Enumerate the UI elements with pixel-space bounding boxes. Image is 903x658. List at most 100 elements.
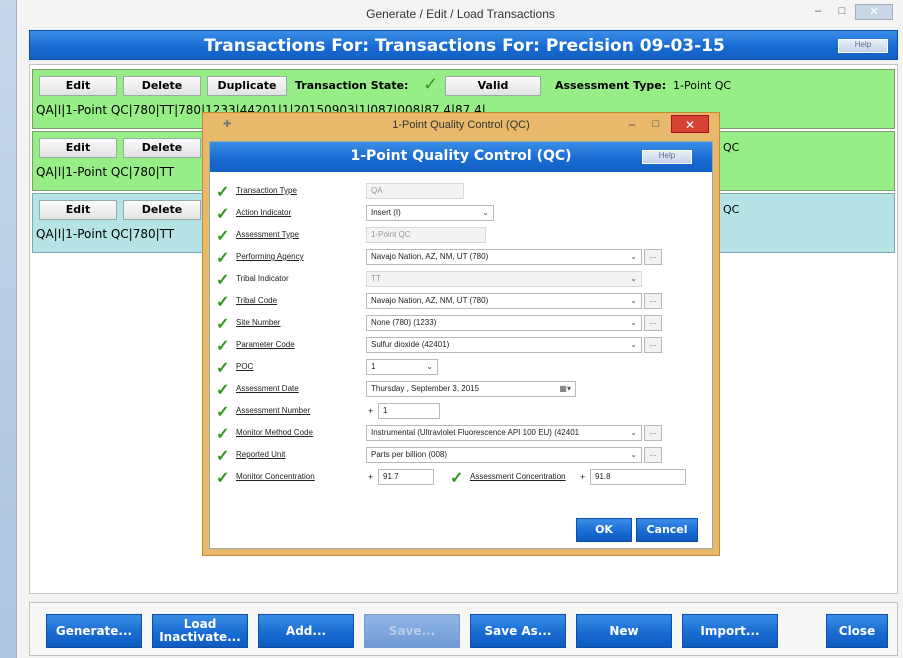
browse-button[interactable]: ... — [644, 315, 662, 331]
site-number-select[interactable]: None (780) (1233) ⌄ — [366, 315, 642, 331]
browse-button[interactable]: ... — [644, 337, 662, 353]
field-label: Monitor Concentration — [236, 472, 315, 481]
monitor-concentration-input[interactable]: 91.7 — [378, 469, 434, 485]
load-inactivate-button[interactable]: Load Inactivate... — [152, 614, 248, 648]
browse-button[interactable]: ... — [644, 447, 662, 463]
check-icon: ✓ — [216, 206, 230, 223]
field-performing-agency: ✓ Performing Agency Navajo Nation, AZ, N… — [210, 248, 712, 268]
browse-button[interactable]: ... — [644, 293, 662, 309]
field-label: Performing Agency — [236, 252, 304, 261]
field-label: Action Indicator — [236, 208, 292, 217]
field-monitor-method-code: ✓ Monitor Method Code Instrumental (Ultr… — [210, 424, 712, 444]
generate-button[interactable]: Generate... — [46, 614, 142, 648]
add-button[interactable]: Add... — [258, 614, 354, 648]
close-icon[interactable]: ✕ — [671, 115, 709, 133]
assessment-date-picker[interactable]: Thursday , September 3, 2015 ▦▾ — [366, 381, 576, 397]
performing-agency-select[interactable]: Navajo Nation, AZ, NM, UT (780) ⌄ — [366, 249, 642, 265]
calendar-icon[interactable]: ▦▾ — [559, 382, 571, 396]
plus-icon: + — [368, 406, 374, 416]
field-action-indicator: ✓ Action Indicator Insert (I) ⌄ — [210, 204, 712, 224]
save-button[interactable]: Save... — [364, 614, 460, 648]
qc-dialog: ✚ 1-Point Quality Control (QC) – □ ✕ 1-P… — [202, 112, 720, 556]
field-reported-unit: ✓ Reported Unit Parts per billion (008) ⌄… — [210, 446, 712, 466]
valid-check-icon: ✓ — [423, 74, 439, 95]
save-as-button[interactable]: Save As... — [470, 614, 566, 648]
chevron-down-icon: ⌄ — [630, 340, 637, 349]
field-label: Assessment Type — [236, 230, 299, 239]
field-label: Transaction Type — [236, 186, 297, 195]
browse-button[interactable]: ... — [644, 249, 662, 265]
main-titlebar: Generate / Edit / Load Transactions – □ … — [17, 0, 903, 28]
check-icon: ✓ — [216, 316, 230, 333]
monitor-method-select[interactable]: Instrumental (Ultraviolet Fluorescence A… — [366, 425, 642, 441]
check-icon: ✓ — [216, 338, 230, 355]
maximize-icon[interactable]: □ — [831, 4, 853, 20]
dialog-body: 1-Point Quality Control (QC) Help ✓ Tran… — [209, 141, 713, 549]
duplicate-button[interactable]: Duplicate — [207, 76, 287, 96]
help-button[interactable]: Help — [642, 150, 692, 164]
transaction-state-label: Transaction State: — [295, 79, 409, 92]
action-indicator-select[interactable]: Insert (I) ⌄ — [366, 205, 494, 221]
check-icon: ✓ — [216, 470, 230, 487]
assessment-concentration-label: Assessment Concentration — [470, 472, 566, 481]
check-icon: ✓ — [216, 426, 230, 443]
plus-icon: + — [580, 472, 586, 482]
cancel-button[interactable]: Cancel — [636, 518, 698, 542]
window-title: Generate / Edit / Load Transactions — [366, 7, 555, 21]
tribal-indicator-select: TT ⌄ — [366, 271, 642, 287]
field-monitor-concentration: ✓ Monitor Concentration + 91.7 ✓ Assessm… — [210, 468, 712, 488]
delete-button[interactable]: Delete — [123, 76, 201, 96]
minimize-icon[interactable]: – — [807, 4, 829, 20]
check-icon: ✓ — [216, 250, 230, 267]
check-icon: ✓ — [216, 382, 230, 399]
parameter-code-select[interactable]: Sulfur dioxide (42401) ⌄ — [366, 337, 642, 353]
assessment-type-label: Assessment Type: — [555, 79, 667, 92]
chevron-down-icon: ⌄ — [630, 318, 637, 327]
dialog-title: 1-Point Quality Control (QC) — [350, 148, 572, 164]
maximize-icon[interactable]: □ — [645, 115, 667, 133]
edit-button[interactable]: Edit — [39, 76, 117, 96]
close-button[interactable]: Close — [826, 614, 888, 648]
chevron-down-icon: ⌄ — [482, 208, 489, 217]
transaction-type-field: QA — [366, 183, 464, 199]
import-button[interactable]: Import... — [682, 614, 778, 648]
assessment-type-value: QC — [723, 141, 740, 154]
help-button[interactable]: Help — [838, 39, 888, 53]
chevron-down-icon: ⌄ — [630, 274, 637, 283]
ok-button[interactable]: OK — [576, 518, 632, 542]
assessment-type-value: 1-Point QC — [673, 79, 732, 92]
poc-select[interactable]: 1 ⌄ — [366, 359, 438, 375]
field-assessment-type: ✓ Assessment Type 1-Point QC — [210, 226, 712, 246]
field-label: Reported Unit — [236, 450, 286, 459]
new-button[interactable]: New — [576, 614, 672, 648]
dialog-header: 1-Point Quality Control (QC) Help — [210, 142, 712, 172]
check-icon: ✓ — [216, 228, 230, 245]
field-label: Assessment Number — [236, 406, 311, 415]
field-assessment-number: ✓ Assessment Number + 1 — [210, 402, 712, 422]
reported-unit-select[interactable]: Parts per billion (008) ⌄ — [366, 447, 642, 463]
page-title: Transactions For: Transactions For: Prec… — [204, 36, 725, 56]
check-icon: ✓ — [216, 294, 230, 311]
assessment-concentration-input[interactable]: 91.8 — [590, 469, 686, 485]
field-site-number: ✓ Site Number None (780) (1233) ⌄ ... — [210, 314, 712, 334]
action-toolbar: Generate... Load Inactivate... Add... Sa… — [29, 602, 898, 656]
transaction-data: QA|I|1-Point QC|780|TT — [36, 165, 175, 179]
chevron-down-icon: ⌄ — [630, 296, 637, 305]
close-icon[interactable]: ✕ — [855, 4, 893, 20]
field-label: Parameter Code — [236, 340, 295, 349]
assessment-number-input[interactable]: 1 — [378, 403, 440, 419]
browse-button[interactable]: ... — [644, 425, 662, 441]
field-label: Tribal Code — [236, 296, 278, 305]
check-icon: ✓ — [216, 448, 230, 465]
chevron-down-icon: ⌄ — [630, 450, 637, 459]
field-assessment-date: ✓ Assessment Date Thursday , September 3… — [210, 380, 712, 400]
desktop-edge — [0, 0, 16, 658]
edit-button[interactable]: Edit — [39, 200, 117, 220]
delete-button[interactable]: Delete — [123, 138, 201, 158]
edit-button[interactable]: Edit — [39, 138, 117, 158]
minimize-icon[interactable]: – — [621, 115, 643, 133]
delete-button[interactable]: Delete — [123, 200, 201, 220]
tribal-code-select[interactable]: Navajo Nation, AZ, NM, UT (780) ⌄ — [366, 293, 642, 309]
transaction-data: QA|I|1-Point QC|780|TT — [36, 227, 175, 241]
assessment-type-field: 1-Point QC — [366, 227, 486, 243]
